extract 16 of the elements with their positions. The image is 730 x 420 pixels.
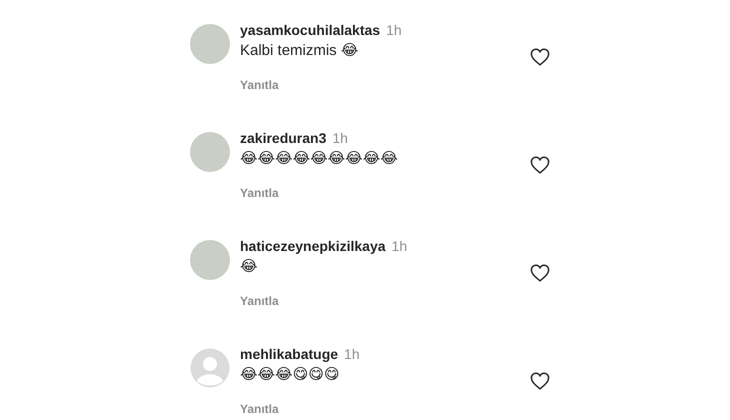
comment-time: 1h: [344, 346, 360, 362]
heart-icon[interactable]: [530, 372, 550, 390]
username-link[interactable]: haticezeynepkizilkaya: [240, 238, 386, 254]
comment-time: 1h: [386, 22, 402, 38]
comment-text: 😂: [240, 257, 259, 275]
heart-icon[interactable]: [530, 264, 550, 282]
comment-time: 1h: [392, 238, 408, 254]
comment-text: 😂😂😂😂😂😂😂😂😂: [240, 149, 399, 167]
comment-time: 1h: [332, 130, 348, 146]
heart-icon[interactable]: [530, 156, 550, 174]
username-link[interactable]: yasamkocuhilalaktas: [240, 22, 380, 38]
heart-icon[interactable]: [530, 48, 550, 66]
comment-text: Kalbi temizmis 😂: [240, 41, 360, 59]
username-link[interactable]: mehlikabatuge: [240, 346, 338, 362]
username-link[interactable]: zakireduran3: [240, 130, 326, 146]
comment-text: 😂😂😂😋😋😋: [240, 365, 340, 383]
